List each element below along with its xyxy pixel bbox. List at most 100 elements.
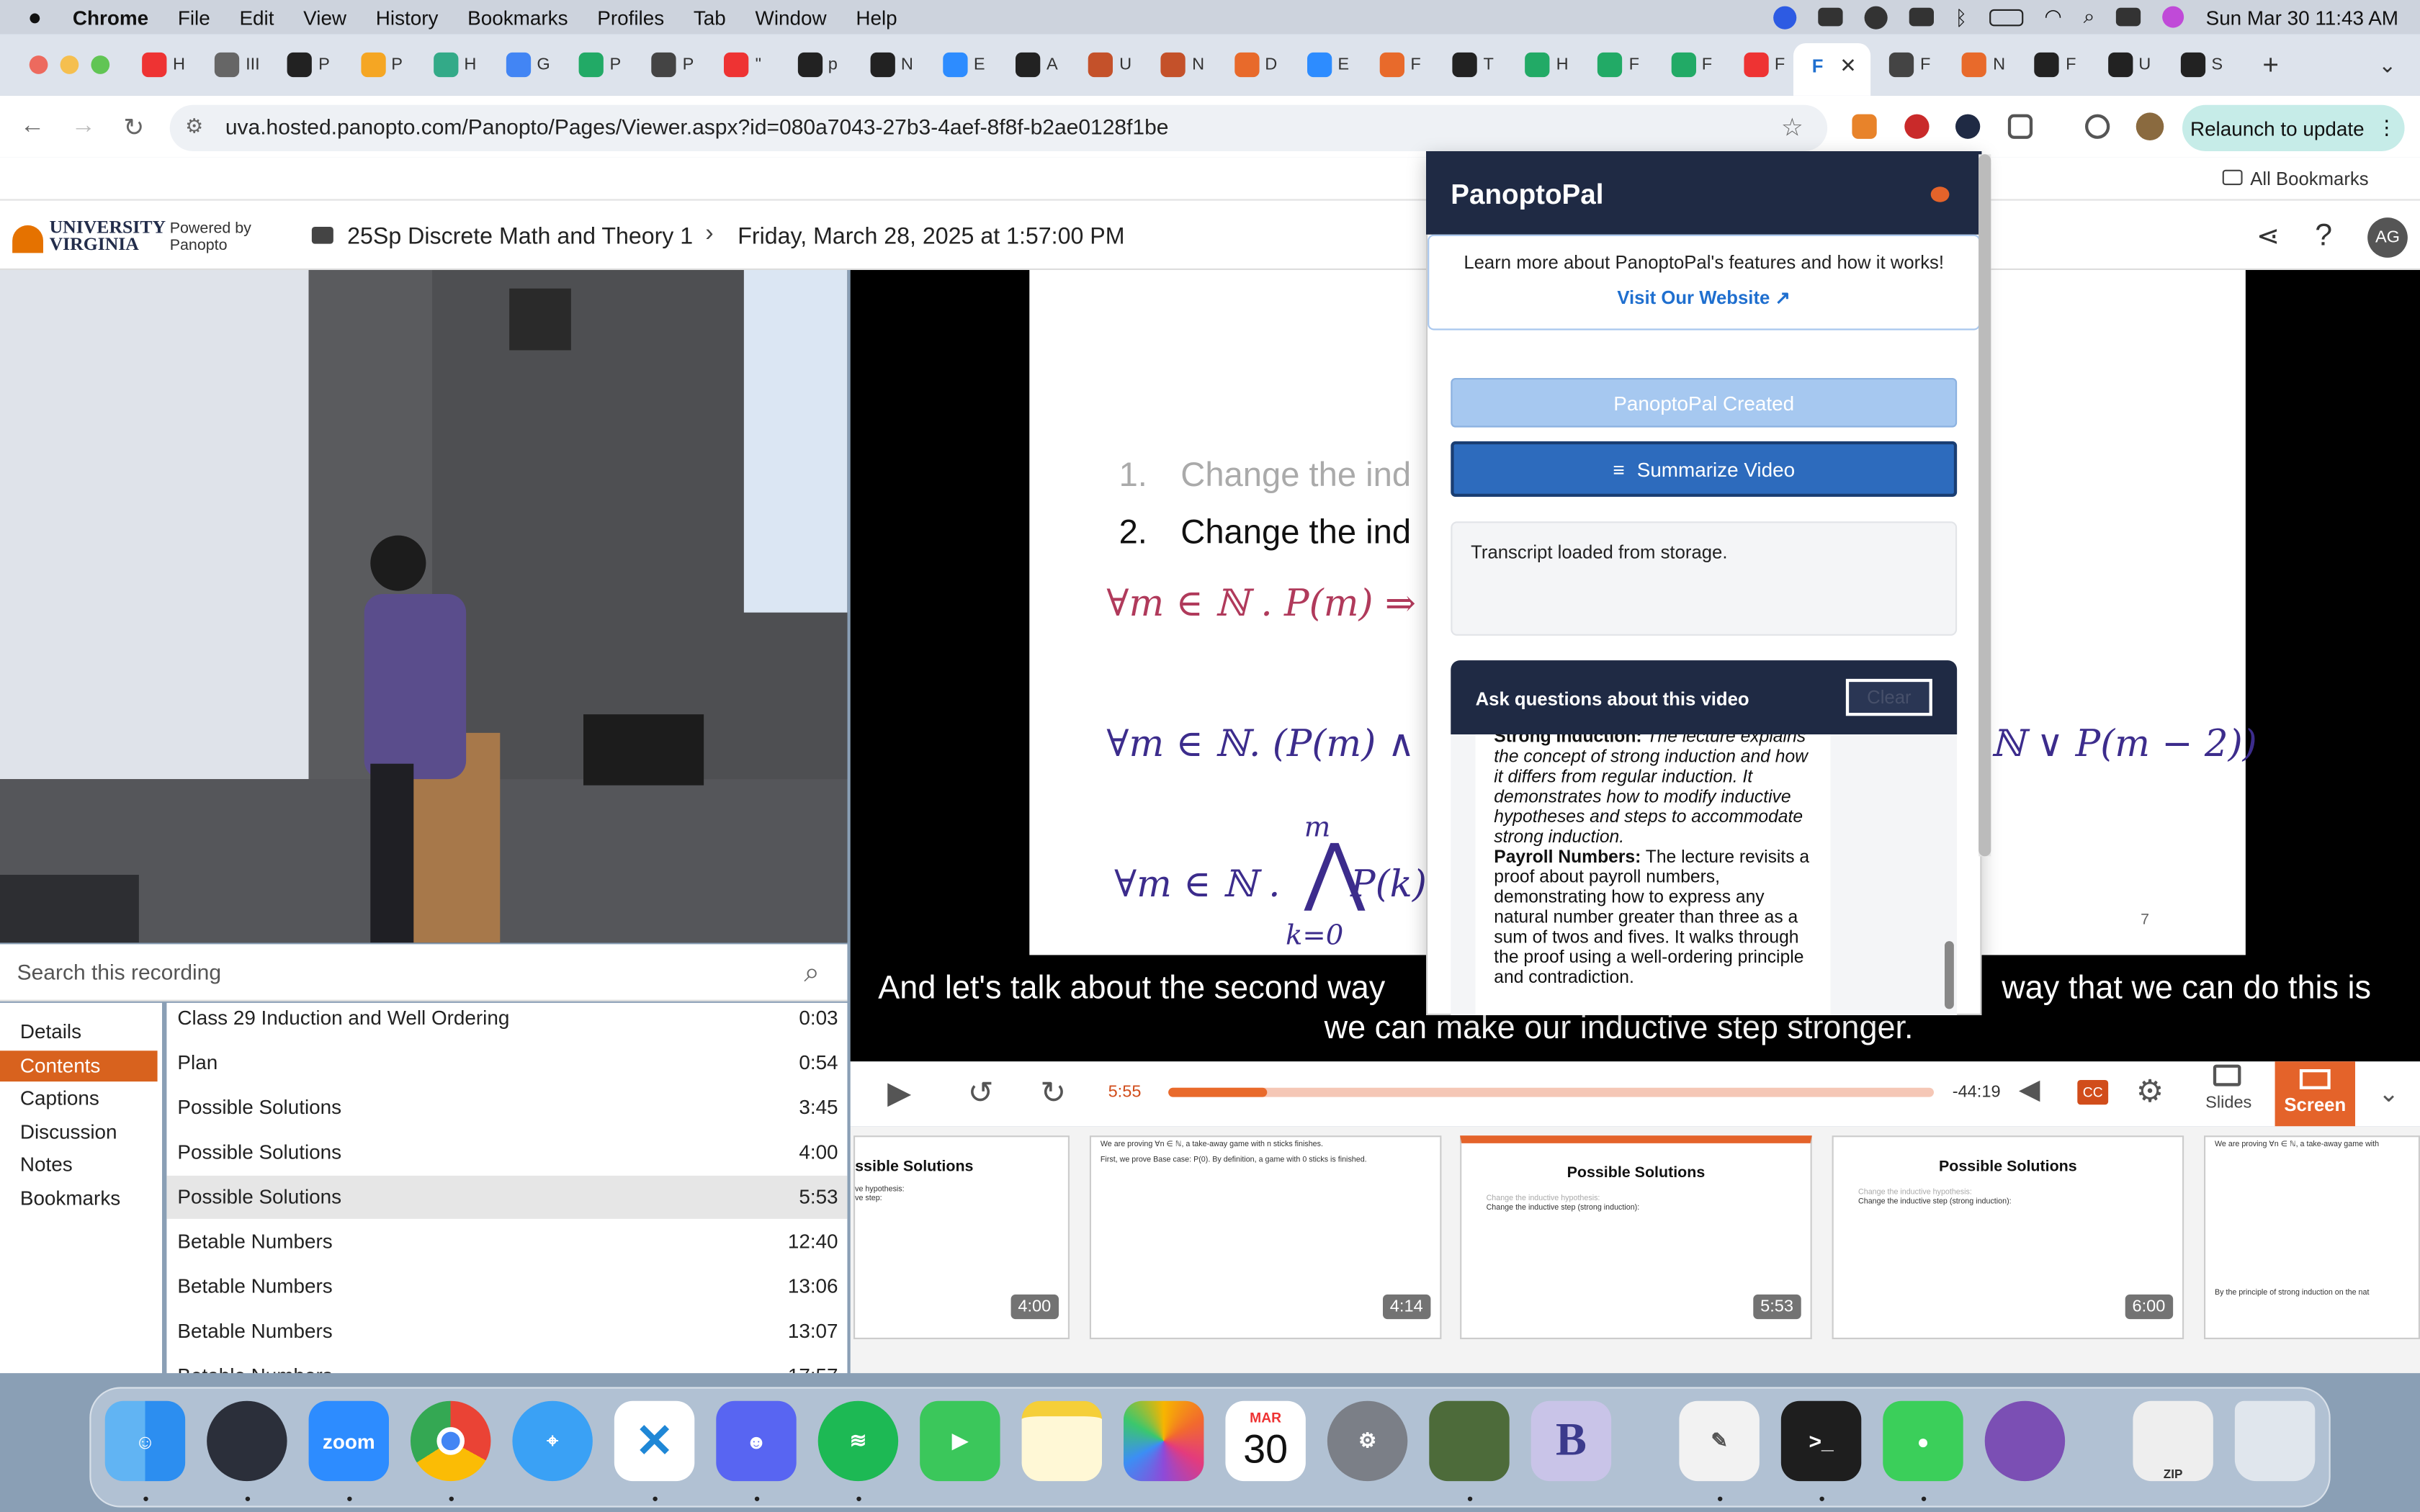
browser-tab[interactable]: G <box>506 46 550 83</box>
browser-tab[interactable]: T <box>1452 46 1494 83</box>
spotify-icon[interactable]: ≋ <box>817 1400 899 1482</box>
url-text[interactable]: uva.hosted.panopto.com/Panopto/Pages/Vie… <box>225 114 1169 139</box>
play-tray-icon[interactable] <box>1864 5 1888 29</box>
nav-contents[interactable]: Contents <box>0 1050 158 1082</box>
settings-gear-icon[interactable]: ⚙ <box>2136 1072 2164 1111</box>
browser-tab[interactable]: A <box>1016 46 1058 83</box>
discord-icon[interactable]: ☻ <box>716 1400 797 1482</box>
wifi-icon[interactable]: ◠ <box>2044 4 2061 29</box>
facetime-icon[interactable]: ▶ <box>920 1400 1000 1482</box>
summarize-video-button[interactable]: ≡ Summarize Video <box>1451 441 1958 497</box>
contents-row[interactable]: Possible Solutions 4:00 <box>166 1135 847 1180</box>
breadcrumb-folder[interactable]: 25Sp Discrete Math and Theory 1 <box>347 224 693 250</box>
slides-icon[interactable] <box>2213 1064 2241 1086</box>
menu-app-name[interactable]: Chrome <box>73 6 148 29</box>
browser-tab[interactable]: U <box>2107 46 2151 83</box>
browser-tab[interactable]: F <box>1597 46 1639 83</box>
contents-row-selected[interactable]: Possible Solutions 5:53 <box>166 1175 848 1219</box>
menu-profiles[interactable]: Profiles <box>597 6 664 29</box>
menu-bookmarks[interactable]: Bookmarks <box>467 6 568 29</box>
progress-track[interactable] <box>1168 1087 1934 1097</box>
system-settings-icon[interactable]: ⚙ <box>1327 1400 1408 1482</box>
browser-tab[interactable]: D <box>1234 46 1277 83</box>
profile-avatar[interactable] <box>2136 112 2164 140</box>
popup-scrollbar[interactable] <box>1978 154 1991 857</box>
vscode-icon[interactable]: ✕ <box>614 1400 695 1482</box>
popup-scroll-thumb[interactable] <box>1978 154 1991 857</box>
browser-tab[interactable]: P <box>287 46 330 83</box>
slide-thumbnail-current[interactable]: Possible Solutions Change the inductive … <box>1460 1135 1812 1339</box>
menu-file[interactable]: File <box>178 6 210 29</box>
back-icon[interactable]: ← <box>20 112 45 140</box>
terminal-icon[interactable]: >_ <box>1780 1400 1862 1482</box>
browser-tab[interactable]: S <box>2180 46 2223 83</box>
browser-tab[interactable]: III <box>215 46 260 83</box>
all-bookmarks-link[interactable]: All Bookmarks <box>2250 168 2368 190</box>
contents-row[interactable]: Class 29 Induction and Well Ordering 0:03 <box>166 1002 847 1046</box>
browser-tab[interactable]: H <box>433 46 476 83</box>
nav-details[interactable]: Details <box>0 1017 158 1048</box>
tab-search-icon[interactable]: ⌄ <box>2378 46 2396 83</box>
browser-tab[interactable]: F <box>1743 46 1785 83</box>
contents-row[interactable]: Plan 0:54 <box>166 1046 847 1091</box>
slide-thumbnail[interactable]: We are proving ∀n ∈ ℕ, a take-away game … <box>1089 1135 1442 1339</box>
forward-10-icon[interactable]: ↻ <box>1040 1074 1066 1112</box>
browser-tab[interactable]: H <box>142 46 185 83</box>
bookmark-star-icon[interactable]: ☆ <box>1781 112 1803 143</box>
zoom-tray-icon[interactable] <box>1773 5 1796 29</box>
share-icon[interactable]: ⋖ <box>2257 220 2280 253</box>
search-icon[interactable]: ⌕ <box>804 957 820 989</box>
uva-logo[interactable]: UNIVERSITY VIRGINIA <box>12 217 165 256</box>
slide-thumbnail[interactable]: We are proving ∀n ∈ ℕ, a take-away game … <box>2204 1135 2420 1339</box>
screen-button[interactable]: Screen <box>2275 1061 2355 1127</box>
menu-history[interactable]: History <box>376 6 439 29</box>
finder-icon[interactable]: ☺ <box>104 1400 186 1482</box>
new-tab-button[interactable]: + <box>2262 46 2279 83</box>
performance-icon[interactable] <box>2085 114 2110 139</box>
safari-icon[interactable]: ⌖ <box>512 1400 593 1482</box>
site-info-icon[interactable]: ⚙ <box>185 114 203 139</box>
nav-bookmarks[interactable]: Bookmarks <box>0 1184 158 1215</box>
battery-icon[interactable] <box>1989 8 2023 26</box>
slide-thumbnail[interactable]: ssible Solutions ve hypothesis: ve step:… <box>853 1135 1070 1339</box>
cc-button[interactable]: CC <box>2077 1080 2109 1105</box>
visit-website-link[interactable]: Visit Our Website ↗ <box>1428 287 1980 309</box>
panoptopal-extension-icon[interactable] <box>1955 114 1981 139</box>
browser-tab[interactable]: N <box>1161 46 1204 83</box>
obs-icon[interactable] <box>207 1400 287 1482</box>
photos-icon[interactable] <box>1124 1400 1204 1482</box>
chrome-icon[interactable] <box>411 1400 491 1482</box>
contents-row[interactable]: Possible Solutions 3:45 <box>166 1091 847 1135</box>
nav-captions[interactable]: Captions <box>0 1083 158 1114</box>
browser-tab[interactable]: P <box>651 46 694 83</box>
slides-button[interactable]: Slides <box>2205 1094 2251 1112</box>
browser-tab[interactable]: U <box>1088 46 1131 83</box>
browser-tab[interactable]: E <box>943 46 985 83</box>
siri-icon[interactable] <box>2162 6 2184 28</box>
trash-icon[interactable] <box>2234 1400 2316 1482</box>
reload-icon[interactable]: ↻ <box>123 112 144 143</box>
browser-tab[interactable]: F <box>1889 46 1930 83</box>
menu-help[interactable]: Help <box>856 6 897 29</box>
browser-tab[interactable]: p <box>797 46 838 83</box>
tab-active[interactable]: F ✕ <box>1793 43 1871 96</box>
contents-row[interactable]: Betable Numbers 13:06 <box>166 1270 847 1315</box>
extensions-icon[interactable] <box>2007 114 2033 139</box>
control-center-icon[interactable] <box>2116 7 2141 27</box>
menu-window[interactable]: Window <box>756 6 827 29</box>
nav-notes[interactable]: Notes <box>0 1149 158 1180</box>
chevron-down-icon[interactable]: ⌄ <box>2378 1079 2399 1110</box>
browser-tab[interactable]: P <box>578 46 621 83</box>
preview-photo-icon[interactable] <box>1429 1400 1510 1482</box>
relaunch-button[interactable]: Relaunch to update ⋮ <box>2182 104 2405 151</box>
spotlight-icon[interactable]: ⌕ <box>2084 4 2095 29</box>
more-menu-icon[interactable]: ⋮ <box>2377 116 2397 140</box>
browser-tab[interactable]: N <box>1962 46 2005 83</box>
contents-row[interactable]: Betable Numbers 12:40 <box>166 1225 847 1269</box>
close-tab-icon[interactable]: ✕ <box>1839 54 1856 78</box>
panoptopal-created-button[interactable]: PanoptoPal Created <box>1451 378 1958 428</box>
menu-view[interactable]: View <box>303 6 346 29</box>
user-avatar[interactable]: AG <box>2367 217 2408 258</box>
close-window-icon[interactable] <box>29 55 48 74</box>
browser-tab[interactable]: F <box>1670 46 1712 83</box>
